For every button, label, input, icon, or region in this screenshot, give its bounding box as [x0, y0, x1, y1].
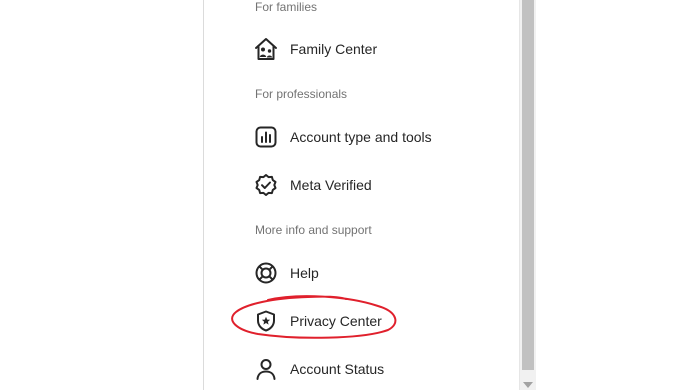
section-label-professionals: For professionals — [255, 87, 348, 101]
menu-item-family-center[interactable]: Family Center — [253, 29, 503, 69]
section-label-families: For families — [255, 0, 318, 14]
menu-item-help[interactable]: Help — [253, 253, 503, 293]
menu-label-privacy-center: Privacy Center — [290, 313, 382, 329]
lifebuoy-icon — [253, 260, 279, 286]
bar-chart-icon — [253, 124, 279, 150]
menu-label-account-type: Account type and tools — [290, 129, 432, 145]
menu-label-account-status: Account Status — [290, 361, 385, 377]
settings-menu-panel: For families Family Center For professio… — [203, 0, 520, 390]
menu-item-account-type[interactable]: Account type and tools — [253, 117, 503, 157]
scroll-down-arrow-icon[interactable] — [523, 382, 533, 388]
menu-item-meta-verified[interactable]: Meta Verified — [253, 165, 503, 205]
family-center-icon — [253, 36, 279, 62]
menu-label-help: Help — [290, 265, 319, 281]
person-icon — [253, 356, 279, 382]
screen: For families Family Center For professio… — [0, 0, 693, 390]
shield-star-icon — [253, 308, 279, 334]
menu-label-meta-verified: Meta Verified — [290, 177, 372, 193]
scrollbar-thumb[interactable] — [522, 0, 534, 370]
vertical-scrollbar[interactable] — [519, 0, 536, 390]
menu-item-account-status[interactable]: Account Status — [253, 349, 503, 389]
verified-badge-icon — [253, 172, 279, 198]
menu-label-family-center: Family Center — [290, 41, 378, 57]
menu-item-privacy-center[interactable]: Privacy Center — [253, 301, 503, 341]
section-label-support: More info and support — [255, 223, 372, 237]
